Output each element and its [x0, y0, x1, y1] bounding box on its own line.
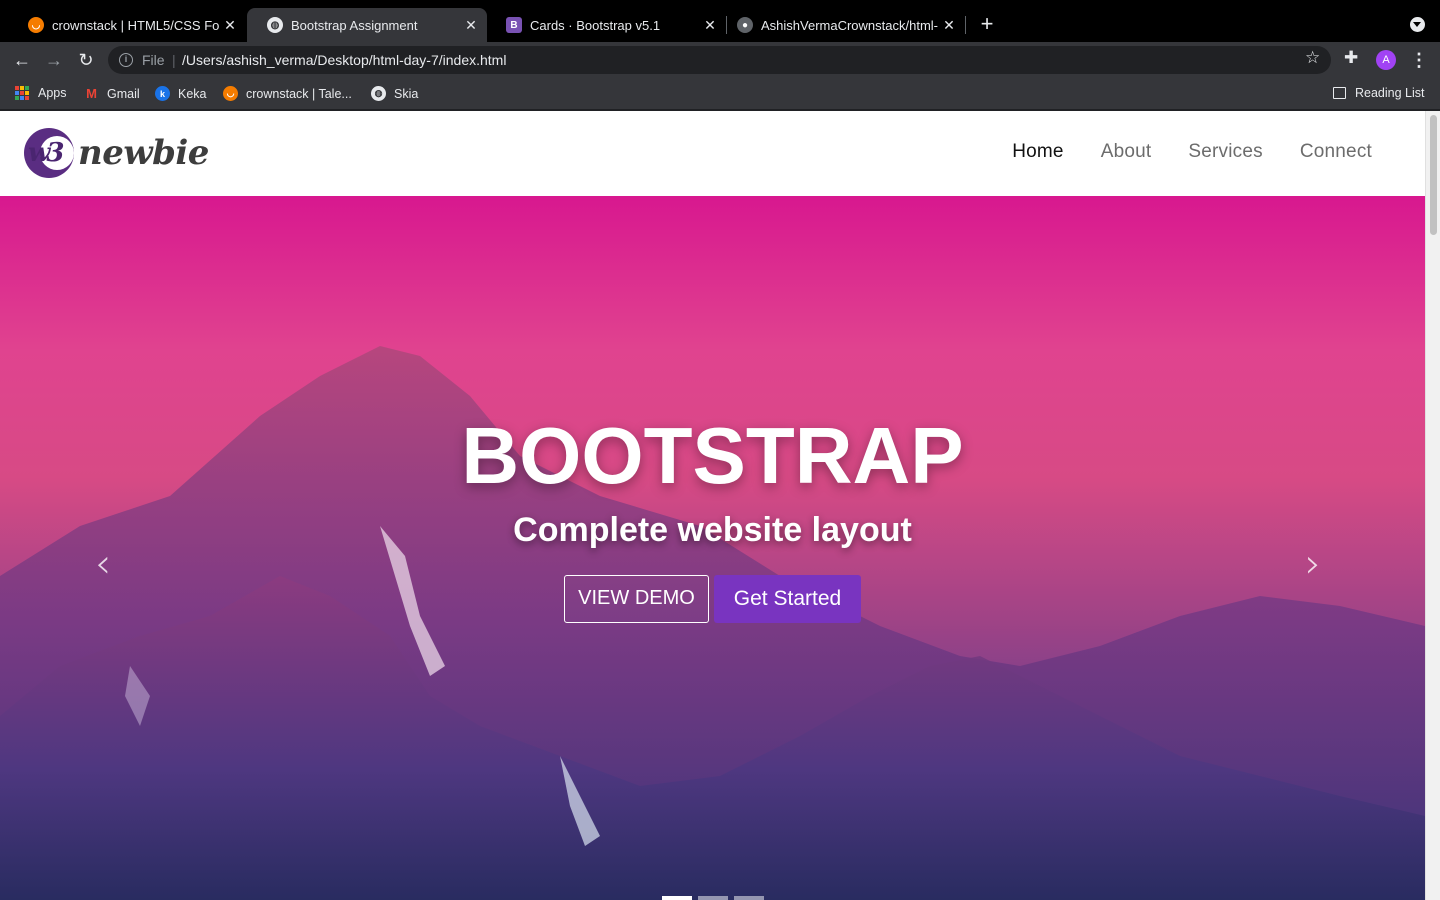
gmail-icon: M — [86, 86, 97, 101]
hero-buttons: VIEW DEMO Get Started — [564, 575, 861, 623]
star-icon[interactable]: ☆ — [1305, 48, 1320, 68]
browser-toolbar: ← → ↻ i File | /Users/ashish_verma/Deskt… — [0, 42, 1440, 78]
url-divider: | — [172, 52, 176, 68]
crownstack-icon: ◡ — [28, 17, 44, 33]
address-bar[interactable]: i File | /Users/ashish_verma/Desktop/htm… — [108, 46, 1331, 74]
bookmark-label: Skia — [394, 86, 419, 101]
tab-title: Bootstrap Assignment — [291, 17, 418, 33]
bookmark-keka[interactable]: k Keka — [155, 86, 207, 101]
github-icon: ● — [737, 17, 753, 33]
url-text[interactable]: /Users/ashish_verma/Desktop/html-day-7/i… — [182, 52, 506, 68]
back-icon[interactable]: ← — [10, 48, 34, 72]
logo-mark-icon: w3 — [24, 128, 74, 178]
bookmark-label: Apps — [38, 86, 67, 100]
reload-icon[interactable]: ↻ — [74, 48, 98, 72]
kebab-menu-icon[interactable]: ⋮ — [1410, 48, 1428, 72]
tab-crownstack[interactable]: ◡ crownstack | HTML5/CSS For b ✕ — [8, 8, 246, 42]
site-navbar: w3 newbie Home About Services Connect — [0, 111, 1425, 196]
nav-link-connect[interactable]: Connect — [1300, 141, 1372, 163]
reading-list-label: Reading List — [1355, 86, 1425, 100]
reading-list-icon — [1333, 87, 1346, 99]
url-scheme: File — [142, 52, 165, 68]
tab-strip: ◡ crownstack | HTML5/CSS For b ✕ ◍ Boots… — [0, 0, 1440, 42]
info-icon[interactable]: i — [119, 53, 133, 67]
logo-text: newbie — [78, 133, 209, 173]
bootstrap-icon: B — [506, 17, 522, 33]
bookmark-label: crownstack | Tale... — [246, 86, 352, 101]
view-demo-button[interactable]: VIEW DEMO — [564, 575, 709, 623]
get-started-button[interactable]: Get Started — [714, 575, 861, 623]
bookmark-label: Keka — [178, 86, 207, 101]
tab-title: Cards · Bootstrap v5.1 — [530, 17, 661, 33]
reading-list-button[interactable]: Reading List — [1333, 86, 1425, 100]
nav-link-about[interactable]: About — [1101, 141, 1152, 163]
site-logo[interactable]: w3 newbie — [24, 128, 209, 178]
page-scrollbar[interactable] — [1425, 111, 1440, 900]
bookmark-skia[interactable]: ◍ Skia — [371, 86, 418, 101]
logo-mark-text: w3 — [28, 138, 65, 168]
tab-search-icon[interactable] — [1410, 17, 1425, 32]
profile-avatar[interactable]: A — [1376, 50, 1396, 70]
close-icon[interactable]: ✕ — [939, 17, 959, 34]
carousel-indicator[interactable] — [698, 896, 728, 900]
keka-icon: k — [155, 86, 170, 101]
hero-subtitle: Complete website layout — [513, 511, 912, 549]
hero-carousel: ‹ › BOOTSTRAP Complete website layout VI… — [0, 196, 1425, 900]
bookmark-gmail[interactable]: M Gmail — [84, 86, 140, 101]
tab-separator — [965, 16, 966, 34]
globe-icon: ◍ — [267, 17, 283, 33]
forward-icon[interactable]: → — [42, 48, 66, 72]
hero-title: BOOTSTRAP — [461, 411, 964, 500]
tab-bootstrap-cards[interactable]: B Cards · Bootstrap v5.1 ✕ — [486, 8, 726, 42]
nav-link-services[interactable]: Services — [1188, 141, 1262, 163]
tab-bootstrap-assignment[interactable]: ◍ Bootstrap Assignment ✕ — [247, 8, 487, 42]
carousel-indicator[interactable] — [734, 896, 764, 900]
bookmark-crownstack[interactable]: ◡ crownstack | Tale... — [223, 86, 352, 101]
web-page: w3 newbie Home About Services Connect ‹ … — [0, 111, 1425, 900]
apps-grid-icon — [15, 86, 29, 100]
bookmarks-bar: Apps M Gmail k Keka ◡ crownstack | Tale.… — [0, 78, 1440, 110]
scrollbar-thumb[interactable] — [1430, 115, 1437, 235]
new-tab-button[interactable]: + — [976, 13, 998, 36]
nav-link-home[interactable]: Home — [1012, 141, 1063, 163]
extensions-icon[interactable]: ✚ — [1344, 48, 1358, 68]
bookmark-label: Gmail — [107, 86, 140, 101]
site-menu: Home About Services Connect — [1012, 141, 1372, 163]
carousel-indicator[interactable] — [662, 896, 692, 900]
tab-title: crownstack | HTML5/CSS For b — [52, 17, 220, 33]
carousel-indicators — [662, 896, 764, 900]
tab-title: AshishVermaCrownstack/html- — [761, 17, 938, 33]
bookmark-apps[interactable]: Apps — [15, 86, 67, 100]
close-icon[interactable]: ✕ — [220, 17, 240, 34]
crownstack-icon: ◡ — [223, 86, 238, 101]
tab-github[interactable]: ● AshishVermaCrownstack/html- ✕ — [717, 8, 965, 42]
globe-icon: ◍ — [371, 86, 386, 101]
close-icon[interactable]: ✕ — [461, 17, 481, 34]
